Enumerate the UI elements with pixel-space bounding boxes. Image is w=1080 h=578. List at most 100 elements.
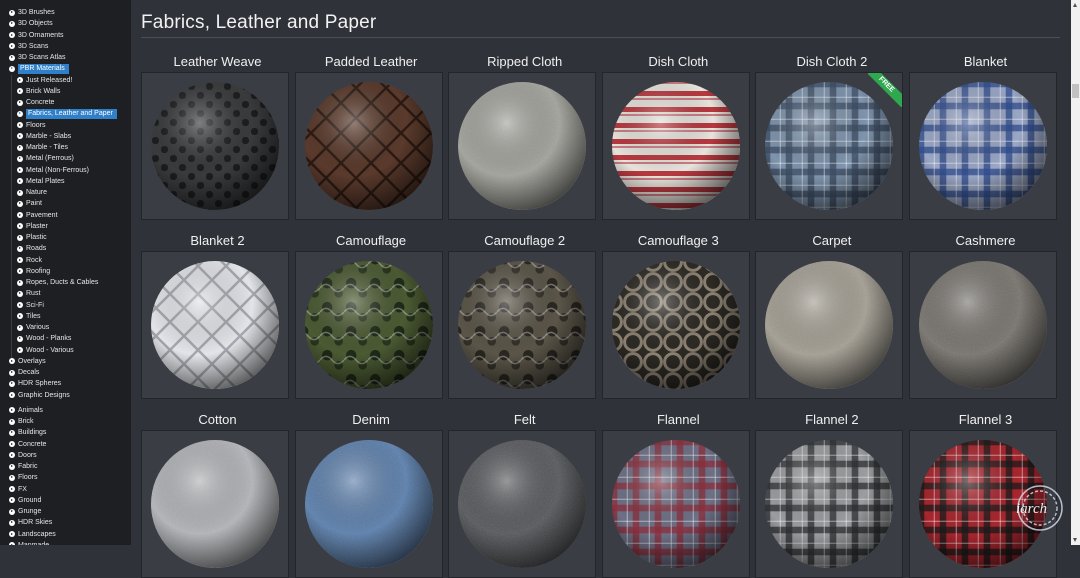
sidebar-item[interactable]: Buildings (9, 427, 46, 438)
material-thumbnail[interactable] (448, 251, 597, 399)
sidebar-item[interactable]: 3D Objects (9, 18, 53, 29)
material-name[interactable]: Camouflage 2 (448, 233, 601, 249)
material-thumbnail[interactable] (141, 72, 289, 220)
sidebar-item[interactable]: Just Released! (17, 75, 72, 86)
sidebar-item[interactable]: Various (17, 322, 49, 333)
material-card[interactable]: Ripped Cloth (448, 54, 601, 220)
material-name[interactable]: Dish Cloth (602, 54, 755, 70)
material-name[interactable]: Flannel 2 (755, 412, 908, 428)
sidebar-item[interactable]: Rock (17, 255, 42, 266)
material-name[interactable]: Padded Leather (295, 54, 448, 70)
material-name[interactable]: Cotton (141, 412, 294, 428)
sidebar-item[interactable]: Brick Walls (17, 86, 60, 97)
material-name[interactable]: Camouflage (295, 233, 448, 249)
sidebar-item[interactable]: Brick (9, 416, 34, 427)
material-card[interactable]: Camouflage 3 (601, 233, 755, 399)
sidebar-item[interactable]: Plaster (17, 221, 48, 232)
sidebar-item[interactable]: Fabric (9, 461, 37, 472)
sidebar-item[interactable]: Concrete (9, 439, 46, 450)
material-card[interactable]: Cotton (141, 412, 294, 578)
sidebar-item[interactable]: Pavement (17, 210, 58, 221)
material-thumbnail[interactable] (909, 251, 1057, 399)
material-thumbnail[interactable] (755, 251, 904, 399)
sidebar-item[interactable]: Doors (9, 450, 37, 461)
material-name[interactable]: Blanket 2 (141, 233, 294, 249)
material-name[interactable]: Felt (448, 412, 601, 428)
material-name[interactable]: Ripped Cloth (448, 54, 601, 70)
sidebar-item[interactable]: 3D Brushes (9, 7, 55, 18)
material-thumbnail[interactable] (601, 251, 750, 399)
material-thumbnail[interactable] (294, 430, 443, 578)
material-thumbnail[interactable]: FREE (755, 72, 904, 220)
material-card[interactable]: Dish Cloth (601, 54, 755, 220)
material-thumbnail[interactable] (141, 430, 289, 578)
sidebar-item[interactable]: Manmade (9, 540, 49, 545)
material-card[interactable]: Camouflage 2 (448, 233, 601, 399)
material-name[interactable]: Flannel 3 (909, 412, 1062, 428)
sidebar-item[interactable]: Overlays (9, 356, 46, 367)
material-name[interactable]: Dish Cloth 2 (755, 54, 908, 70)
sidebar-item[interactable]: Marble - Slabs (17, 131, 71, 142)
material-name[interactable]: Camouflage 3 (602, 233, 755, 249)
material-thumbnail[interactable] (601, 72, 750, 220)
material-card[interactable]: Cashmere (909, 233, 1062, 399)
sidebar-item[interactable]: Roads (17, 243, 46, 254)
material-thumbnail[interactable] (755, 430, 904, 578)
material-name[interactable]: Carpet (755, 233, 908, 249)
sidebar-item[interactable]: Nature (17, 187, 47, 198)
sidebar-item[interactable]: Tiles (17, 311, 41, 322)
material-thumbnail[interactable] (448, 430, 597, 578)
material-card[interactable]: Blanket (909, 54, 1062, 220)
material-thumbnail[interactable] (141, 251, 289, 399)
material-card[interactable]: Carpet (755, 233, 908, 399)
material-name[interactable]: Denim (295, 412, 448, 428)
sidebar-item[interactable]: Rust (17, 288, 40, 299)
page-scrollbar[interactable] (1071, 0, 1080, 545)
material-card[interactable]: Camouflage (294, 233, 448, 399)
material-card[interactable]: Flannel 2 (755, 412, 908, 578)
material-card[interactable]: Leather Weave (141, 54, 294, 220)
material-thumbnail[interactable] (448, 72, 597, 220)
sidebar-item[interactable]: Roofing (17, 266, 50, 277)
sidebar-item[interactable]: Sci-Fi (17, 300, 44, 311)
sidebar-item[interactable]: Metal (Non-Ferrous) (17, 165, 89, 176)
scroll-up-arrow-icon[interactable] (1073, 3, 1077, 7)
scroll-down-arrow-icon[interactable] (1073, 538, 1077, 542)
sidebar-item[interactable]: Ropes, Ducts & Cables (17, 277, 98, 288)
sidebar-item[interactable]: Metal Plates (17, 176, 65, 187)
sidebar-item[interactable]: Paint (17, 198, 42, 209)
material-thumbnail[interactable] (909, 72, 1057, 220)
sidebar-item[interactable]: Fabrics, Leather and Paper (17, 108, 117, 119)
sidebar-item[interactable]: Animals (9, 405, 43, 416)
sidebar-item[interactable]: Graphic Designs (9, 390, 70, 401)
material-card[interactable]: Blanket 2 (141, 233, 294, 399)
material-card[interactable]: Denim (294, 412, 448, 578)
material-name[interactable]: Flannel (602, 412, 755, 428)
sidebar-item[interactable]: Floors (17, 120, 45, 131)
material-card[interactable]: Flannel (601, 412, 755, 578)
material-card[interactable]: Padded Leather (294, 54, 448, 220)
material-name[interactable]: Cashmere (909, 233, 1062, 249)
material-card[interactable]: Flannel 3 (909, 412, 1062, 578)
sidebar-item[interactable]: PBR Materials (9, 63, 69, 74)
sidebar-item[interactable]: HDR Skies (9, 517, 52, 528)
sidebar-item[interactable]: Decals (9, 367, 39, 378)
sidebar-item[interactable]: 3D Ornaments (9, 30, 64, 41)
material-card[interactable]: Felt (448, 412, 601, 578)
sidebar-item[interactable]: FX (9, 484, 27, 495)
sidebar-item[interactable]: 3D Scans (9, 41, 48, 52)
material-thumbnail[interactable] (294, 251, 443, 399)
material-name[interactable]: Leather Weave (141, 54, 294, 70)
sidebar-item[interactable]: Plastic (17, 232, 47, 243)
sidebar-item[interactable]: Wood - Planks (17, 333, 71, 344)
sidebar-item[interactable]: 3D Scans Atlas (9, 52, 65, 63)
sidebar-item[interactable]: HDR Spheres (9, 378, 61, 389)
sidebar-item[interactable]: Floors (9, 472, 37, 483)
sidebar-item[interactable]: Wood - Various (17, 345, 74, 356)
sidebar-item[interactable]: Grunge (9, 506, 41, 517)
sidebar-item[interactable]: Landscapes (9, 529, 56, 540)
sidebar-item[interactable]: Ground (9, 495, 41, 506)
sidebar-item[interactable]: Concrete (17, 97, 54, 108)
material-thumbnail[interactable] (294, 72, 443, 220)
scroll-thumb[interactable] (1072, 84, 1079, 98)
